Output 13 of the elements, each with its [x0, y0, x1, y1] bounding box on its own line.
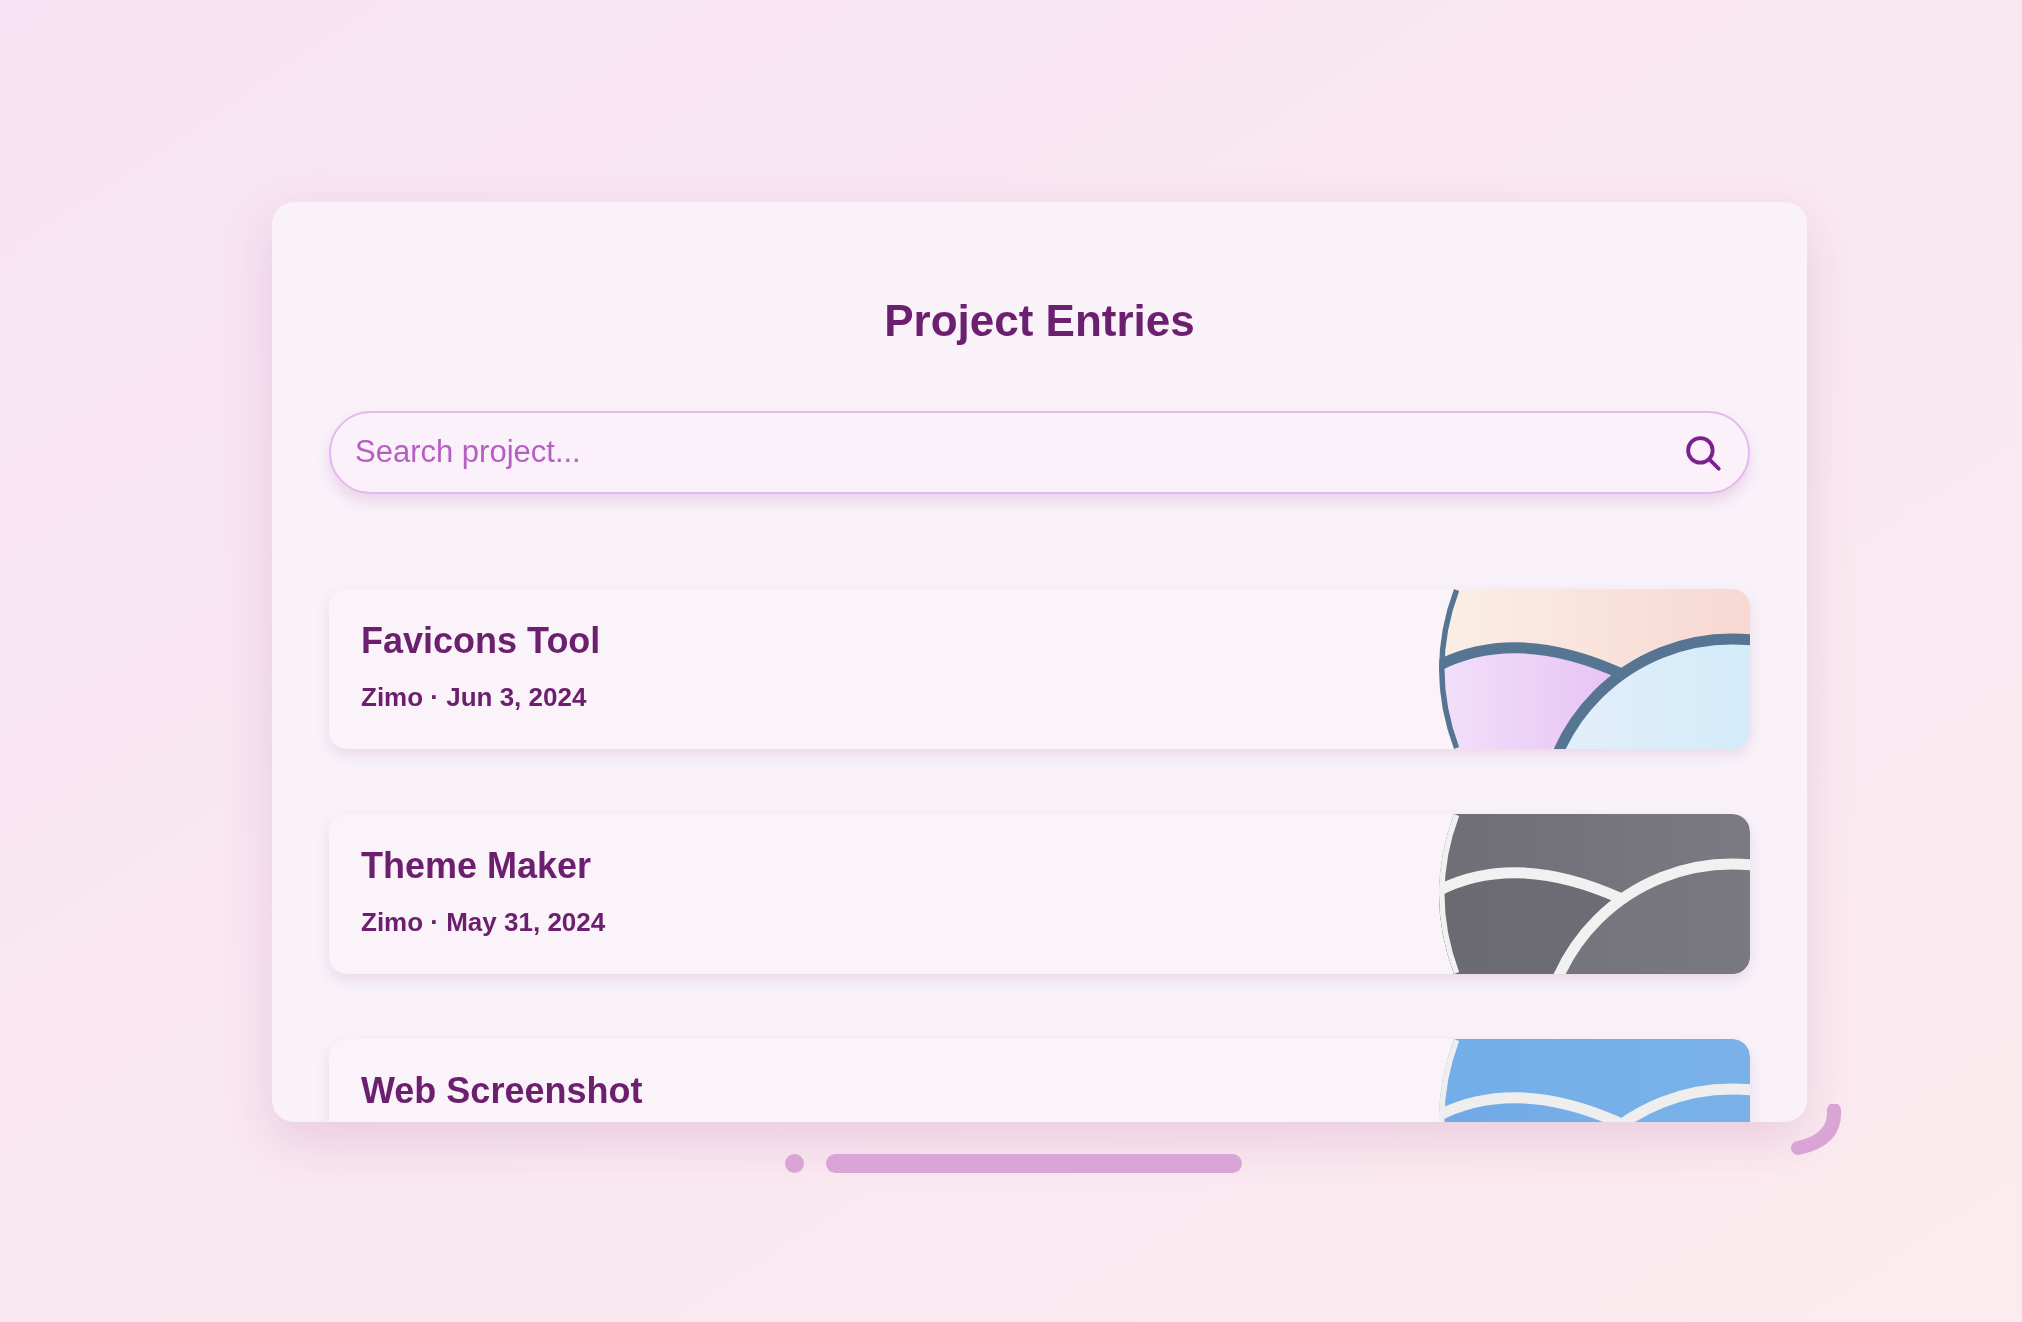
page-title: Project Entries — [883, 295, 1196, 347]
curve-decoration — [1788, 1104, 1844, 1156]
search-bar[interactable]: Search project... — [329, 411, 1750, 494]
entry-meta: Zimo · May 31, 2024 — [361, 906, 607, 938]
entry-title: Web Screenshot — [361, 1069, 644, 1113]
entry-meta: Zimo · Jun 3, 2024 — [361, 681, 588, 713]
entry-title: Favicons Tool — [361, 619, 602, 663]
entry-title: Theme Maker — [361, 844, 593, 888]
project-entry[interactable]: Web Screenshot — [329, 1039, 1750, 1122]
dot-indicator — [785, 1154, 804, 1173]
search-field[interactable]: Search project... — [355, 429, 1682, 476]
project-entry[interactable]: Theme Maker Zimo · May 31, 2024 — [329, 814, 1750, 974]
project-entry[interactable]: Favicons Tool Zimo · Jun 3, 2024 — [329, 589, 1750, 749]
